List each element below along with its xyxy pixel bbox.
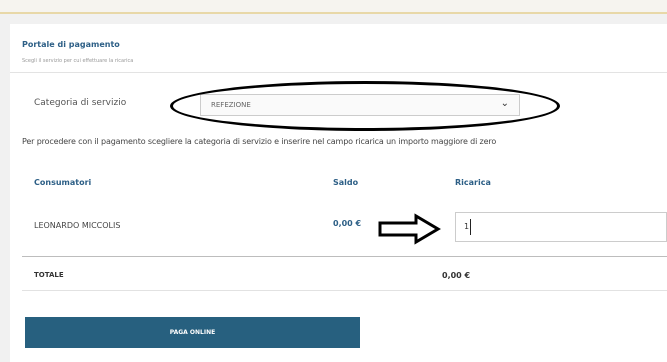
header-divider — [10, 72, 667, 73]
column-header-ricarica: Ricarica — [455, 178, 491, 187]
column-header-saldo: Saldo — [333, 178, 359, 187]
payment-panel — [10, 24, 667, 362]
total-label: TOTALE — [34, 271, 64, 279]
consumer-name: LEONARDO MICCOLIS — [34, 221, 121, 230]
total-value: 0,00 € — [442, 271, 471, 280]
total-divider-bottom — [22, 290, 667, 291]
pay-online-button[interactable]: PAGA ONLINE — [25, 317, 360, 348]
ricarica-input-value: 1 — [464, 222, 470, 231]
instructions-text: Per procedere con il pagamento scegliere… — [22, 137, 497, 146]
ricarica-input[interactable]: 1 — [455, 212, 667, 242]
arrow-right-icon — [378, 213, 441, 245]
page-subtitle: Scegli il servizio per cui effettuare la… — [22, 58, 134, 64]
consumer-saldo: 0,00 € — [333, 219, 362, 228]
page-title: Portale di pagamento — [22, 40, 120, 49]
top-bar — [0, 0, 667, 14]
text-cursor — [470, 219, 471, 235]
service-category-label: Categoria di servizio — [34, 98, 127, 108]
highlight-ellipse-annotation — [170, 81, 560, 131]
total-divider — [22, 256, 667, 257]
column-header-consumatori: Consumatori — [34, 178, 92, 187]
